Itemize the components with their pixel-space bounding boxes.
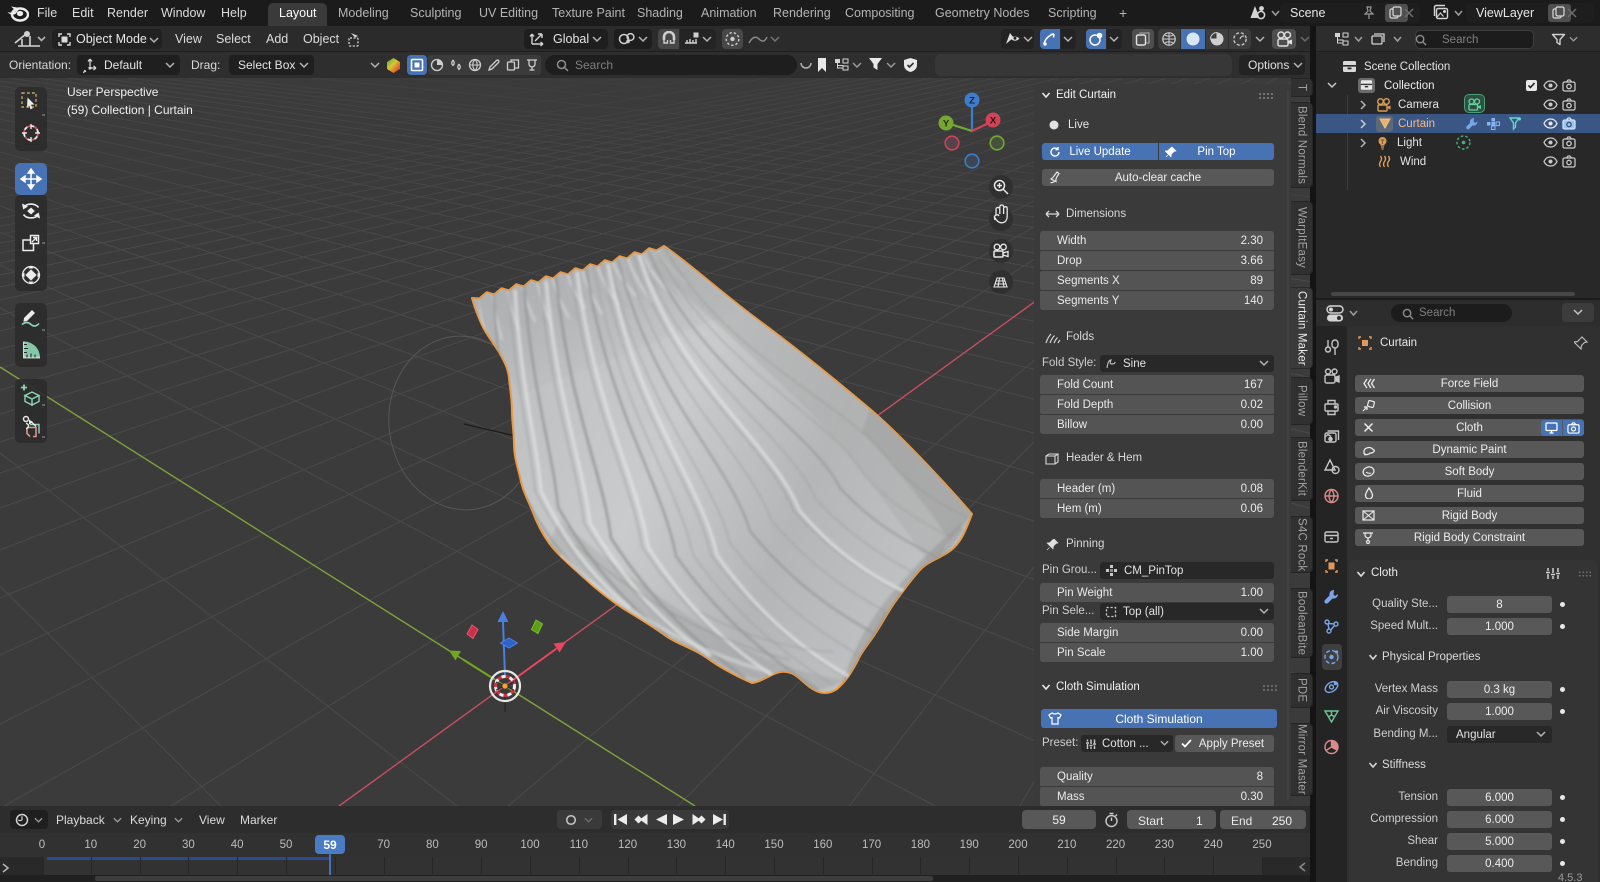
- svg-text:Z: Z: [969, 96, 975, 107]
- svg-text:Y: Y: [943, 119, 950, 130]
- svg-text:User Perspective: User Perspective: [67, 85, 159, 99]
- svg-text:X: X: [990, 116, 997, 127]
- svg-text:(59) Collection | Curtain: (59) Collection | Curtain: [67, 103, 193, 117]
